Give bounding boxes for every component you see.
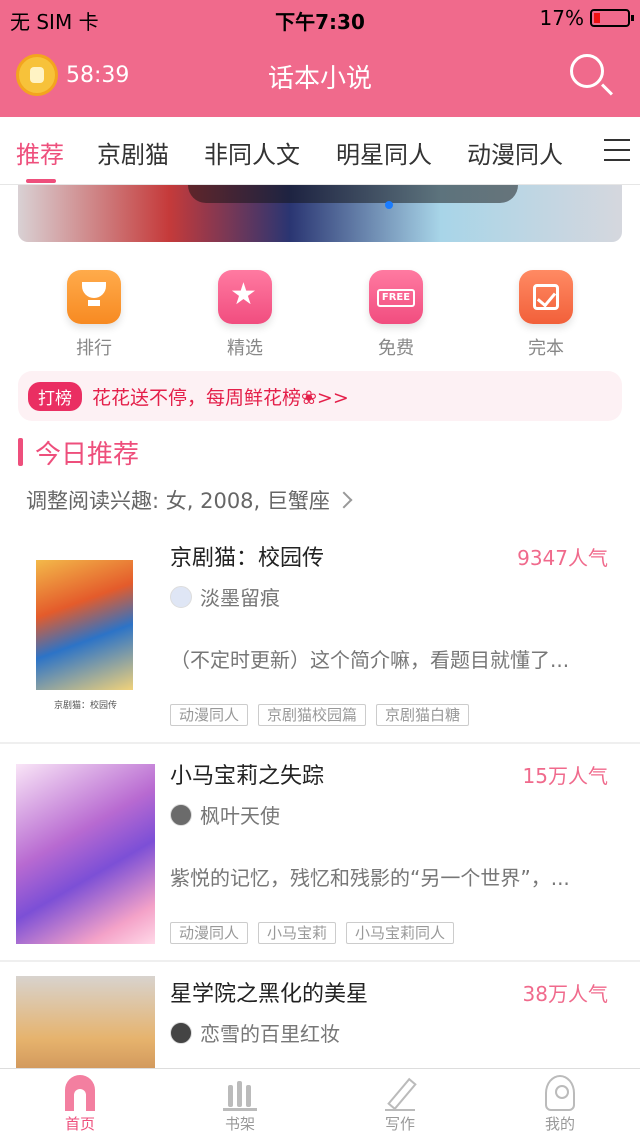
section-title: 今日推荐 bbox=[18, 437, 139, 470]
category-tabs: 推荐 京剧猫 非同人文 明星同人 动漫同人 bbox=[0, 117, 640, 185]
book-cover[interactable] bbox=[16, 764, 155, 944]
tabbar-home[interactable]: 首页 bbox=[40, 1075, 120, 1134]
chevron-right-icon bbox=[335, 491, 353, 509]
star-icon: ★ bbox=[218, 270, 272, 324]
home-icon bbox=[65, 1075, 95, 1111]
tabbar-label: 我的 bbox=[544, 1115, 575, 1133]
book-popularity: 9347人气 bbox=[517, 546, 608, 570]
book-popularity: 38万人气 bbox=[522, 982, 608, 1006]
tabbar-write[interactable]: 写作 bbox=[360, 1075, 440, 1134]
book-title: 小马宝莉之失踪 bbox=[170, 764, 325, 789]
preference-text: 调整阅读兴趣: 女, 2008, 巨蟹座 bbox=[26, 489, 330, 513]
shortcut-label: 精选 bbox=[227, 338, 263, 359]
status-bar: 无 SIM 卡 下午7:30 17% bbox=[0, 0, 640, 36]
carousel-dot bbox=[385, 201, 393, 209]
book-tags: 动漫同人 京剧猫校园篇 京剧猫白糖 bbox=[170, 704, 470, 726]
tab-peking-opera-cat[interactable]: 京剧猫 bbox=[97, 135, 169, 170]
category-shortcuts: 排行 ★ 精选 FREE 免费 完本 bbox=[0, 270, 640, 360]
tabbar-label: 首页 bbox=[64, 1115, 95, 1133]
battery-icon bbox=[590, 9, 634, 27]
section-bar bbox=[18, 438, 23, 466]
book-tags: 动漫同人 小马宝莉 小马宝莉同人 bbox=[170, 922, 455, 944]
tabbar-label: 写作 bbox=[384, 1115, 415, 1133]
shortcut-label: 排行 bbox=[76, 338, 112, 359]
book-tag[interactable]: 小马宝莉同人 bbox=[346, 922, 455, 944]
book-tag[interactable]: 动漫同人 bbox=[170, 922, 249, 944]
author-name: 恋雪的百里红妆 bbox=[200, 1022, 340, 1046]
book-tag[interactable]: 京剧猫白糖 bbox=[376, 704, 470, 726]
book-tag[interactable]: 动漫同人 bbox=[170, 704, 249, 726]
book-tag[interactable]: 京剧猫校园篇 bbox=[258, 704, 367, 726]
book-description: （不定时更新）这个简介嘛，看题目就懂了... bbox=[170, 648, 570, 672]
shortcut-label: 完本 bbox=[528, 338, 564, 359]
free-icon: FREE bbox=[369, 270, 423, 324]
trophy-icon bbox=[67, 270, 121, 324]
book-item[interactable]: 星学院之黑化的美星 38万人气 恋雪的百里红妆 bbox=[0, 962, 640, 1068]
book-popularity: 15万人气 bbox=[522, 764, 608, 788]
banner-carousel[interactable] bbox=[18, 185, 622, 242]
cover-caption: 京剧猫：校园传 bbox=[53, 701, 117, 711]
book-cover[interactable] bbox=[16, 976, 155, 1068]
bookshelf-icon bbox=[223, 1075, 257, 1111]
tabbar-bookshelf[interactable]: 书架 bbox=[200, 1075, 280, 1134]
tab-recommend[interactable]: 推荐 bbox=[16, 135, 64, 170]
author-name: 淡墨留痕 bbox=[200, 586, 280, 610]
book-item[interactable]: 小马宝莉之失踪 15万人气 枫叶天使 紫悦的记忆，残忆和残影的“另一个世界”，.… bbox=[0, 744, 640, 960]
shortcut-ranking[interactable]: 排行 bbox=[44, 270, 144, 360]
promo-text: 花花送不停，每周鲜花榜❀>> bbox=[92, 386, 349, 409]
tab-anime-fanfic[interactable]: 动漫同人 bbox=[467, 135, 563, 170]
shortcut-completed[interactable]: 完本 bbox=[496, 270, 596, 360]
book-title: 星学院之黑化的美星 bbox=[170, 982, 369, 1007]
book-tag[interactable]: 小马宝莉 bbox=[258, 922, 337, 944]
promo-badge: 打榜 bbox=[28, 381, 82, 411]
banner-art bbox=[188, 185, 518, 203]
tabbar-label: 书架 bbox=[224, 1115, 255, 1133]
author-avatar bbox=[170, 585, 192, 608]
bottom-tab-bar: 首页 书架 写作 我的 bbox=[0, 1068, 640, 1138]
search-icon[interactable] bbox=[570, 54, 604, 88]
tabbar-profile[interactable]: 我的 bbox=[520, 1075, 600, 1134]
promo-banner[interactable]: 打榜 花花送不停，每周鲜花榜❀>> bbox=[18, 371, 622, 421]
book-cover[interactable]: 京剧猫：校园传 bbox=[16, 540, 155, 720]
shortcut-featured[interactable]: ★ 精选 bbox=[195, 270, 295, 360]
cover-art bbox=[36, 560, 133, 690]
battery-percent: 17% bbox=[539, 6, 584, 30]
author-avatar bbox=[170, 803, 192, 826]
app-header: 58:39 话本小说 bbox=[0, 36, 640, 117]
pen-icon bbox=[385, 1075, 415, 1111]
shortcut-free[interactable]: FREE 免费 bbox=[346, 270, 446, 360]
top-bar: 无 SIM 卡 下午7:30 17% 58:39 话本小说 bbox=[0, 0, 640, 117]
section-title-text: 今日推荐 bbox=[35, 439, 140, 470]
app-title: 话本小说 bbox=[267, 64, 372, 94]
book-author: 枫叶天使 bbox=[170, 800, 280, 829]
menu-icon[interactable] bbox=[604, 139, 630, 161]
shortcut-label: 免费 bbox=[378, 338, 414, 359]
book-author: 恋雪的百里红妆 bbox=[170, 1018, 340, 1047]
book-title: 京剧猫：校园传 bbox=[170, 546, 325, 571]
book-author: 淡墨留痕 bbox=[170, 582, 280, 611]
author-avatar bbox=[170, 1021, 192, 1044]
profile-icon bbox=[545, 1075, 575, 1111]
check-icon bbox=[519, 270, 573, 324]
book-item[interactable]: 京剧猫：校园传 京剧猫：校园传 9347人气 淡墨留痕 （不定时更新）这个简介嘛… bbox=[0, 530, 640, 742]
status-right: 17% bbox=[539, 6, 634, 30]
author-name: 枫叶天使 bbox=[200, 804, 280, 828]
tab-celebrity-fanfic[interactable]: 明星同人 bbox=[336, 135, 432, 170]
preference-link[interactable]: 调整阅读兴趣: 女, 2008, 巨蟹座 bbox=[26, 485, 353, 515]
active-tab-indicator bbox=[26, 179, 56, 183]
tab-original[interactable]: 非同人文 bbox=[204, 135, 300, 170]
book-description: 紫悦的记忆，残忆和残影的“另一个世界”，... bbox=[170, 866, 570, 890]
